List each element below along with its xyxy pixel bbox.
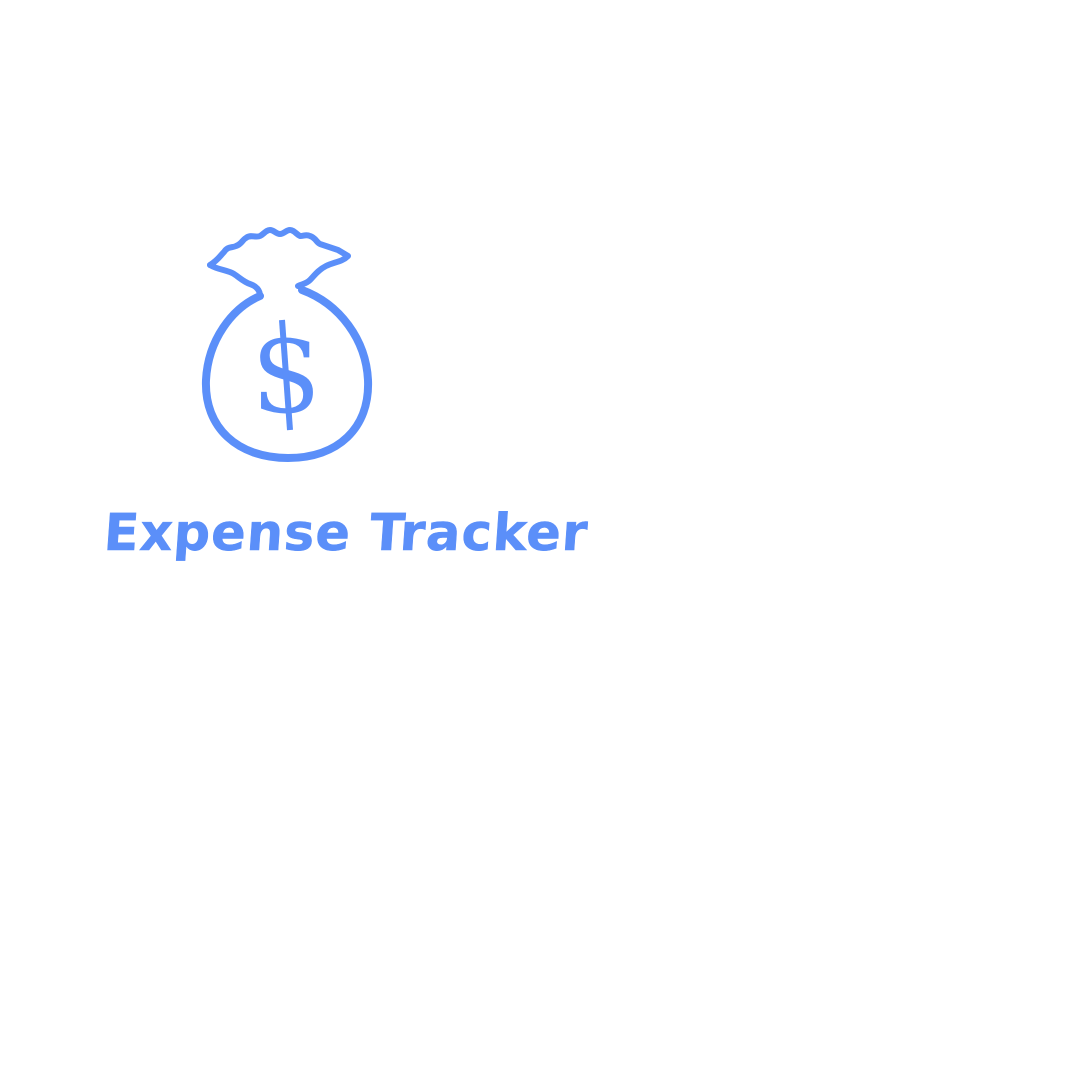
app-title: Expense Tracker	[101, 504, 591, 564]
splash-screen: S Expense Tracker	[0, 0, 1080, 1080]
money-bag-icon: S	[198, 222, 378, 466]
